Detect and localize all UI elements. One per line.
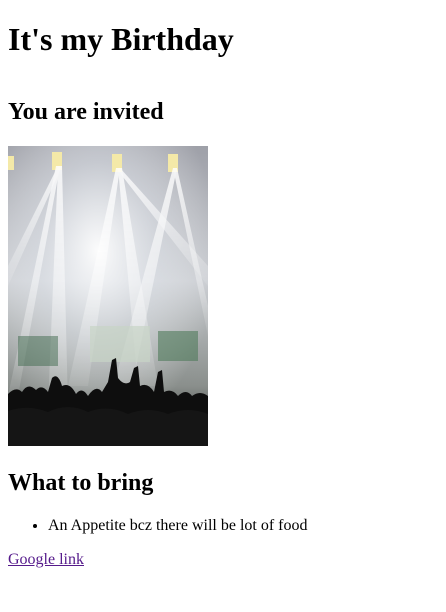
bring-list: An Appetite bcz there will be lot of foo… <box>8 517 438 535</box>
page: It's my Birthday You are invited What to… <box>0 0 446 569</box>
invited-heading: You are invited <box>8 99 164 125</box>
concert-photo <box>8 146 208 446</box>
google-link[interactable]: Google link <box>8 551 84 569</box>
bring-heading: What to bring <box>8 470 154 496</box>
list-item: An Appetite bcz there will be lot of foo… <box>48 517 438 535</box>
page-title: It's my Birthday <box>8 21 234 57</box>
